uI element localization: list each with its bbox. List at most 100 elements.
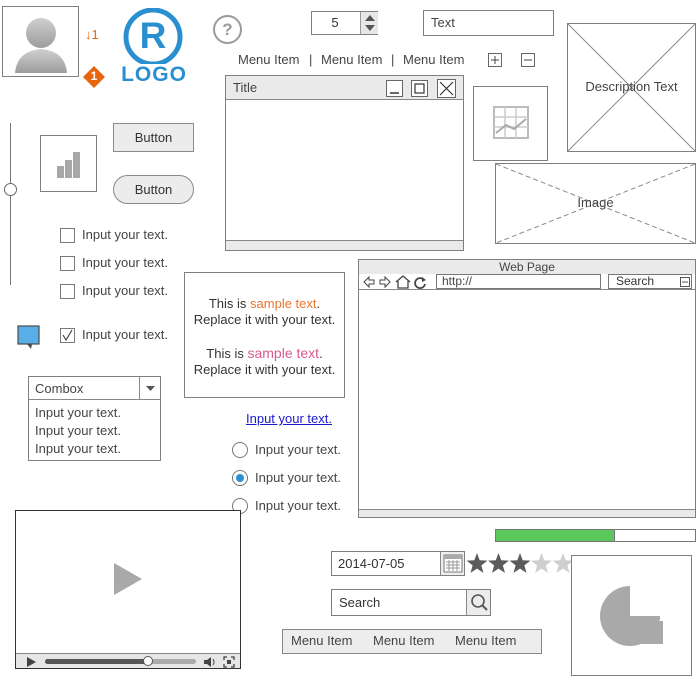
quantity-stepper[interactable]: 5 (311, 11, 378, 35)
checkbox-row[interactable]: Input your text. (60, 255, 180, 273)
minus-icon (524, 59, 532, 61)
top-menu-separator: | (309, 52, 313, 67)
combobox-option[interactable]: Input your text. (35, 422, 155, 440)
avatar (2, 6, 79, 77)
user-icon (15, 18, 67, 73)
calendar-button[interactable] (440, 552, 464, 575)
maximize-button[interactable] (411, 80, 428, 97)
top-menu-item-2[interactable]: Menu Item (321, 52, 382, 67)
video-seek-track[interactable] (45, 656, 196, 666)
star-empty-icon[interactable] (531, 553, 552, 573)
progress-fill (496, 530, 615, 541)
checkbox-checked[interactable] (60, 328, 75, 343)
stepper-buttons[interactable] (360, 12, 378, 34)
checkbox-row[interactable]: Input your text. (60, 283, 180, 301)
browser-title: Web Page (499, 260, 555, 274)
combobox-toggle[interactable] (139, 377, 160, 400)
description-text: Description Text (585, 79, 678, 94)
radio-dot (236, 474, 244, 482)
minimize-button[interactable] (386, 80, 403, 97)
radio-button[interactable] (232, 442, 248, 458)
browser-statusbar (359, 509, 695, 517)
video-seek-thumb[interactable] (143, 656, 153, 666)
checkbox-row[interactable]: Input your text. (60, 327, 180, 345)
comment-icon[interactable] (17, 325, 42, 350)
bottom-menu-item-2[interactable]: Menu Item (373, 633, 434, 648)
radio-row[interactable]: Input your text. (232, 469, 352, 487)
browser-toolbar: http:// Search (359, 274, 695, 290)
checkbox-row[interactable]: Input your text. (60, 227, 180, 245)
browser-search[interactable]: Search (608, 274, 692, 289)
checkbox[interactable] (60, 284, 75, 299)
radio-button-selected[interactable] (232, 470, 248, 486)
sample-prefix: This is (206, 346, 248, 361)
fullscreen-icon[interactable] (222, 655, 236, 669)
remove-button[interactable] (521, 53, 535, 67)
search-go-icon[interactable] (680, 277, 690, 287)
vertical-slider[interactable] (4, 123, 18, 285)
date-value: 2014-07-05 (338, 556, 405, 571)
close-button[interactable] (437, 79, 456, 98)
close-icon (439, 81, 454, 96)
text-link[interactable]: Input your text. (246, 411, 332, 426)
bottom-menu-item-3[interactable]: Menu Item (455, 633, 516, 648)
stepper-arrows-icon[interactable] (361, 12, 379, 34)
window-titlebar[interactable]: Title (226, 76, 463, 100)
date-field[interactable]: 2014-07-05 (331, 551, 465, 576)
star-filled-icon[interactable] (509, 553, 531, 573)
image-placeholder: Image (495, 163, 696, 244)
combobox-options: Input your text. Input your text. Input … (35, 404, 155, 458)
description-placeholder: Description Text (567, 23, 696, 152)
checkbox[interactable] (60, 228, 75, 243)
browser-window: Web Page http:// Search (358, 259, 696, 518)
maximize-icon (414, 83, 425, 94)
bar-chart-icon (57, 152, 80, 178)
top-menu-item-3[interactable]: Menu Item (403, 52, 464, 67)
pie-chart-icon (600, 582, 665, 646)
combobox[interactable]: Combox Input your text. Input your text.… (28, 376, 161, 461)
checkbox[interactable] (60, 256, 75, 271)
play-icon (114, 563, 142, 595)
square-button[interactable]: Button (113, 123, 194, 152)
top-menu: Menu Item | Menu Item | Menu Item (238, 52, 478, 70)
rounded-button[interactable]: Button (113, 175, 194, 204)
search-field[interactable]: Search (331, 589, 491, 616)
combobox-option[interactable]: Input your text. (35, 440, 155, 458)
address-bar[interactable]: http:// (436, 274, 601, 289)
logo-text: LOGO (121, 63, 187, 86)
slider-track (10, 123, 11, 285)
top-menu-item-1[interactable]: Menu Item (238, 52, 299, 67)
radio-row[interactable]: Input your text. (232, 497, 352, 515)
add-button[interactable] (488, 53, 502, 67)
volume-icon[interactable] (202, 655, 216, 669)
play-small-icon[interactable] (24, 655, 38, 669)
search-button[interactable] (466, 590, 490, 615)
combobox-value: Combox (35, 381, 84, 396)
browser-titlebar: Web Page (359, 260, 695, 274)
logo-mark: R (139, 15, 167, 56)
window-title: Title (233, 80, 258, 95)
chevron-down-icon (146, 386, 155, 391)
bottom-menu-item-1[interactable]: Menu Item (291, 633, 352, 648)
text-field[interactable]: Text (423, 10, 554, 36)
star-filled-icon[interactable] (466, 553, 488, 573)
badge-count: 1 (90, 69, 98, 83)
radio-row[interactable]: Input your text. (232, 441, 352, 459)
chart-placeholder (473, 86, 548, 161)
refresh-icon (414, 277, 426, 289)
top-menu-separator: | (391, 52, 395, 67)
home-icon (395, 275, 411, 289)
help-button[interactable]: ? (213, 15, 242, 44)
sample-prefix: This is (208, 296, 251, 311)
combobox-option[interactable]: Input your text. (35, 404, 155, 422)
arrow-down-indicator: ↓1 (85, 27, 99, 42)
back-icon (363, 275, 375, 289)
play-overlay-button[interactable] (112, 559, 144, 599)
star-rating[interactable] (466, 551, 576, 576)
star-filled-icon[interactable] (488, 553, 509, 573)
image-text: Image (577, 195, 614, 210)
arrow-count: 1 (91, 27, 99, 42)
bottom-menu-bar: Menu Item Menu Item Menu Item (282, 629, 542, 654)
combobox-header[interactable]: Combox (29, 377, 160, 400)
slider-thumb[interactable] (4, 183, 17, 196)
